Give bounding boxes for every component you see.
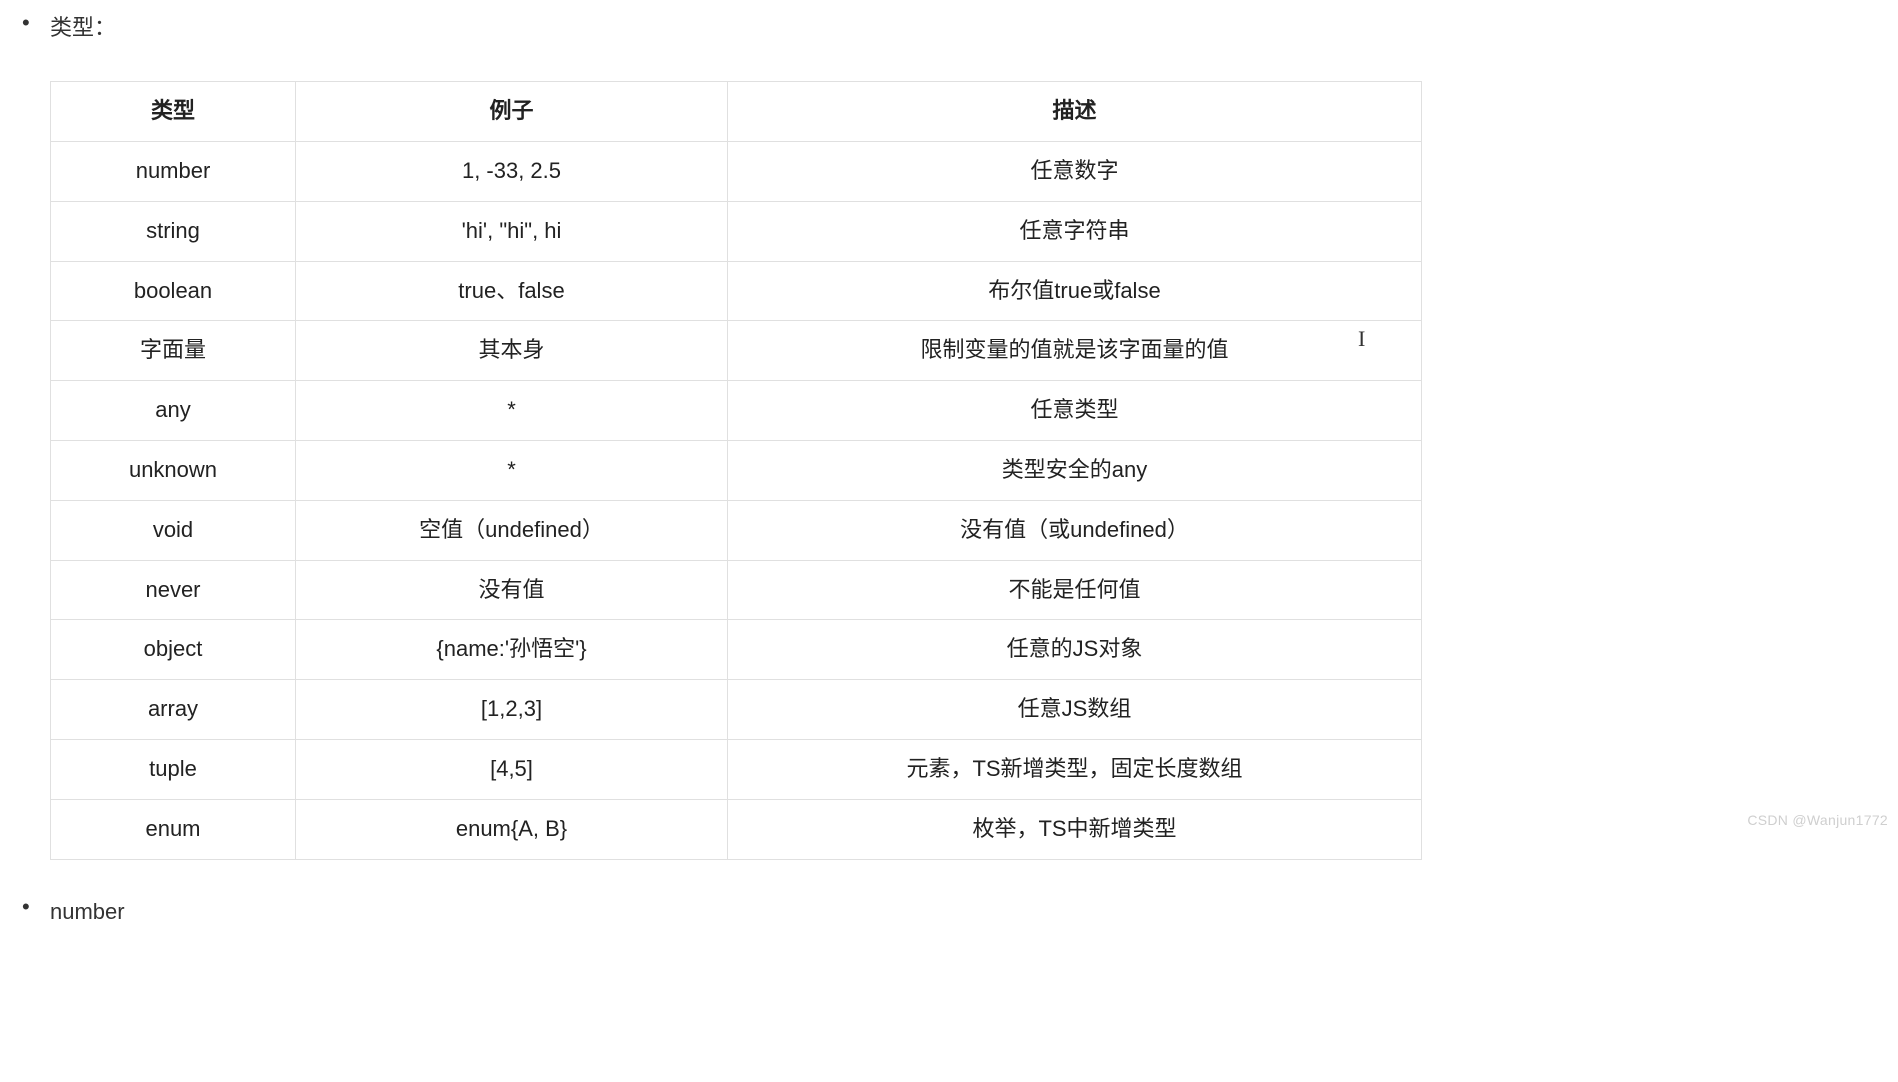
table-row: boolean true、false 布尔值true或false (51, 261, 1422, 321)
list-item-number: number (50, 894, 1878, 929)
bullet-text-types: 类型： (50, 15, 116, 40)
table-row: object {name:'孙悟空'} 任意的JS对象 (51, 620, 1422, 680)
cell-type: tuple (51, 739, 296, 799)
cell-example: [4,5] (296, 739, 728, 799)
cell-example: * (296, 381, 728, 441)
table-row: never 没有值 不能是任何值 (51, 560, 1422, 620)
cell-example: enum{A, B} (296, 799, 728, 859)
cell-type: number (51, 141, 296, 201)
header-type: 类型 (51, 82, 296, 142)
types-table: 类型 例子 描述 number 1, -33, 2.5 任意数字 string (50, 81, 1422, 859)
table-row: unknown * 类型安全的any (51, 440, 1422, 500)
cell-description: 元素，TS新增类型，固定长度数组 (728, 739, 1422, 799)
cell-type: never (51, 560, 296, 620)
table-row: void 空值（undefined） 没有值（或undefined） (51, 500, 1422, 560)
text-cursor-icon: I (1358, 326, 1359, 350)
cell-type: any (51, 381, 296, 441)
types-table-body: number 1, -33, 2.5 任意数字 string 'hi', "hi… (51, 141, 1422, 859)
cell-description: 任意的JS对象 (728, 620, 1422, 680)
cell-description: 类型安全的any (728, 440, 1422, 500)
bullet-text-number: number (50, 899, 125, 924)
table-row: string 'hi', "hi", hi 任意字符串 (51, 201, 1422, 261)
table-row: any * 任意类型 (51, 381, 1422, 441)
table-row: array [1,2,3] 任意JS数组 (51, 680, 1422, 740)
cell-example: 'hi', "hi", hi (296, 201, 728, 261)
cell-type: enum (51, 799, 296, 859)
cell-type: 字面量 (51, 321, 296, 381)
cell-description: 任意类型 (728, 381, 1422, 441)
cell-description: 限制变量的值就是该字面量的值 (728, 321, 1422, 381)
cell-type: unknown (51, 440, 296, 500)
cell-type: array (51, 680, 296, 740)
cell-example: * (296, 440, 728, 500)
header-example: 例子 (296, 82, 728, 142)
cell-example: {name:'孙悟空'} (296, 620, 728, 680)
cell-description: 布尔值true或false (728, 261, 1422, 321)
cell-example: 空值（undefined） (296, 500, 728, 560)
table-row: 字面量 其本身 限制变量的值就是该字面量的值 (51, 321, 1422, 381)
cell-type: boolean (51, 261, 296, 321)
cell-example: true、false (296, 261, 728, 321)
list-item-types: 类型： 类型 例子 描述 (50, 10, 1878, 860)
cell-description: 枚举，TS中新增类型 (728, 799, 1422, 859)
cell-example: 1, -33, 2.5 (296, 141, 728, 201)
cell-example: [1,2,3] (296, 680, 728, 740)
table-row: enum enum{A, B} 枚举，TS中新增类型 (51, 799, 1422, 859)
header-description: 描述 (728, 82, 1422, 142)
cell-description: 任意数字 (728, 141, 1422, 201)
cell-description: 没有值（或undefined） (728, 500, 1422, 560)
cell-type: object (51, 620, 296, 680)
cell-description: 任意字符串 (728, 201, 1422, 261)
watermark-text: CSDN @Wanjun1772 (1747, 812, 1888, 828)
table-row: tuple [4,5] 元素，TS新增类型，固定长度数组 (51, 739, 1422, 799)
table-row: number 1, -33, 2.5 任意数字 (51, 141, 1422, 201)
table-header-row: 类型 例子 描述 (51, 82, 1422, 142)
cell-description: 任意JS数组 (728, 680, 1422, 740)
cell-type: void (51, 500, 296, 560)
cell-description: 不能是任何值 (728, 560, 1422, 620)
cell-example: 其本身 (296, 321, 728, 381)
cell-type: string (51, 201, 296, 261)
cell-example: 没有值 (296, 560, 728, 620)
types-table-container: 类型 例子 描述 number 1, -33, 2.5 任意数字 string (50, 81, 1421, 859)
